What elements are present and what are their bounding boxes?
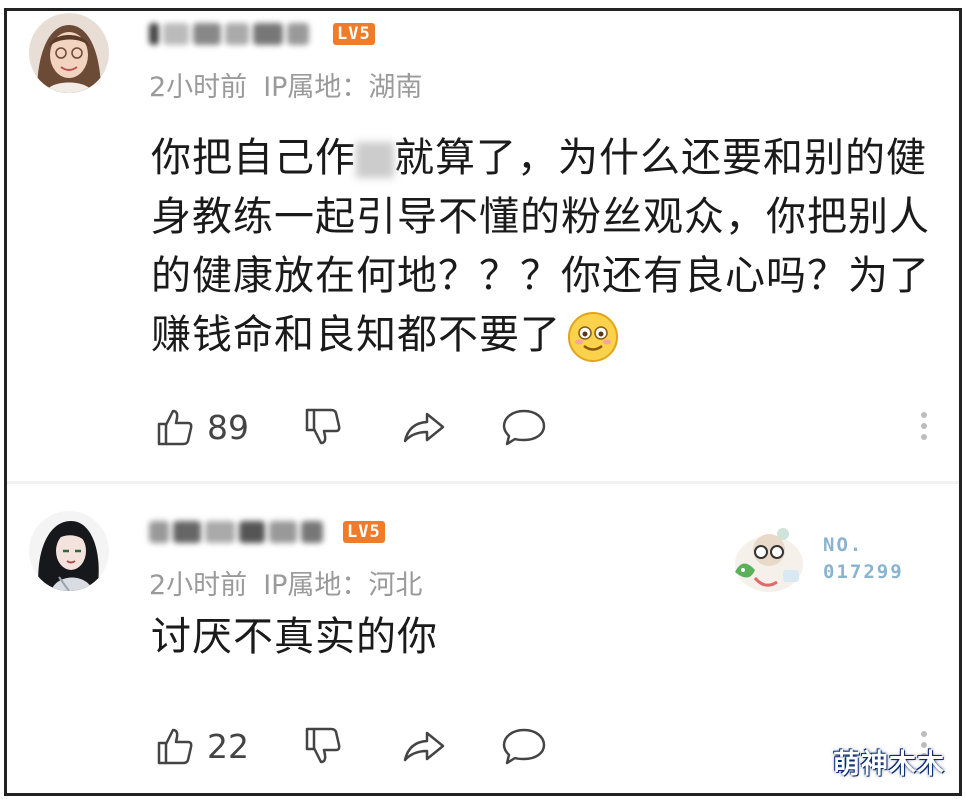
comment-item: LV5 2小时前 IP属地：河北 NO. 017299 讨厌不真实的你 22 [7, 484, 959, 793]
badge-number: 017299 [823, 561, 904, 583]
comment-time: 2小时前 [149, 570, 248, 601]
comment-actions: 89 [149, 405, 949, 449]
ip-location: IP属地：河北 [263, 570, 423, 601]
dislike-button[interactable] [303, 405, 343, 449]
comment-actions: 22 [149, 724, 949, 768]
comment-content: 你把自己作 就算了，为什么还要和别的健 身教练一起引导不懂的粉丝观众，你把别人 的… [151, 129, 951, 365]
comment-bubble-icon [502, 728, 546, 765]
comment-meta: 2小时前 IP属地：湖南 [149, 65, 438, 104]
thumbs-down-icon [305, 408, 341, 445]
ip-location: IP属地：湖南 [263, 72, 423, 103]
share-button[interactable] [401, 724, 447, 768]
like-button[interactable]: 22 [155, 724, 249, 768]
username-blurred[interactable] [149, 519, 327, 545]
comment-line: 的健康放在何地？？？你还有良心吗？为了 [151, 253, 930, 299]
more-options-icon[interactable] [919, 407, 929, 447]
share-button[interactable] [401, 405, 447, 449]
like-count: 22 [207, 726, 249, 766]
comment-line: 赚钱命和良知都不要了 [151, 312, 561, 358]
reply-button[interactable] [501, 405, 547, 449]
dislike-button[interactable] [303, 724, 343, 768]
like-count: 89 [207, 407, 249, 447]
comment-line: 讨厌不真实的你 [151, 614, 438, 660]
comment-bubble-icon [502, 409, 546, 446]
reply-button[interactable] [501, 724, 547, 768]
level-badge: LV5 [343, 521, 385, 543]
fan-badge-character-icon [735, 528, 803, 592]
thumbs-up-icon [157, 728, 193, 765]
badge-number-label: NO. [823, 534, 864, 556]
fan-badge: NO. 017299 [725, 526, 925, 596]
comment-content: 讨厌不真实的你 [151, 608, 751, 667]
redacted-char [356, 142, 394, 178]
watermark: 萌神木木 [833, 749, 945, 780]
comment-list: LV5 2小时前 IP属地：湖南 你把自己作 就算了，为什么还要和别的健 身教练一起… [4, 8, 962, 796]
thumbs-down-icon [305, 727, 341, 764]
username-blurred[interactable] [149, 21, 319, 47]
comment-item: LV5 2小时前 IP属地：湖南 你把自己作 就算了，为什么还要和别的健 身教练一起… [7, 11, 959, 481]
share-arrow-icon [403, 731, 445, 762]
comment-line: 身教练一起引导不懂的粉丝观众，你把别人 [151, 194, 930, 240]
comment-line: 你把自己作 [151, 135, 356, 181]
thumbs-up-icon [157, 409, 193, 446]
smiley-emoji-icon [568, 312, 618, 362]
comment-line-tail: 就算了，为什么还要和别的健 [394, 135, 927, 181]
like-button[interactable]: 89 [155, 405, 249, 449]
avatar[interactable] [29, 511, 109, 591]
level-badge: LV5 [333, 23, 375, 45]
comment-time: 2小时前 [149, 72, 248, 103]
share-arrow-icon [403, 412, 445, 443]
avatar[interactable] [29, 13, 109, 93]
comment-meta: 2小时前 IP属地：河北 [149, 563, 438, 602]
